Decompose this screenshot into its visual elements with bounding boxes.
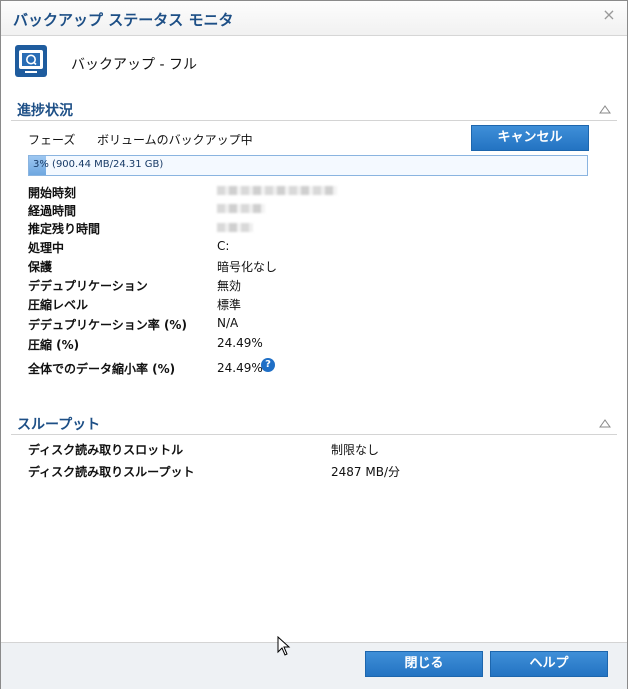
dedup-rate-value: N/A [217,316,239,330]
start-time-label: 開始時刻 [28,186,77,200]
processing-value: C: [217,239,230,253]
disk-read-throughput-label: ディスク読み取りスループット [28,465,195,479]
remaining-time-value-redacted [217,223,253,232]
progress-section-header[interactable]: 進捗状況 [11,98,617,121]
total-reduction-value: 24.49% [217,361,263,375]
dialog-footer: 閉じる ヘルプ [1,642,627,689]
disk-read-throughput-value: 2487 MB/分 [331,465,400,479]
processing-label: 処理中 [28,241,65,255]
mouse-cursor-icon [277,636,291,656]
throughput-section-header[interactable]: スループット [11,412,617,435]
dedup-rate-label: デデュプリケーション率 (%) [28,318,187,332]
collapse-up-icon[interactable] [599,104,611,114]
compression-level-value: 標準 [217,298,242,312]
phase-value: ボリュームのバックアップ中 [97,133,253,147]
close-button[interactable]: 閉じる [365,651,483,677]
progress-section-title: 進捗状況 [17,103,73,119]
help-question-icon[interactable]: ? [261,358,275,372]
elapsed-time-label: 経過時間 [28,204,77,218]
protection-label: 保護 [28,260,53,274]
job-type-label: バックアップ - フル [71,57,197,73]
start-time-value-redacted [217,186,337,195]
elapsed-time-value-redacted [217,204,265,213]
progress-text: 3% (900.44 MB/24.31 GB) [33,159,164,170]
window-title: バックアップ ステータス モニタ [13,11,234,29]
close-icon[interactable]: × [601,7,617,23]
phase-label: フェーズ [28,133,76,147]
remaining-time-label: 推定残り時間 [28,222,101,236]
cancel-button[interactable]: キャンセル [471,125,589,151]
deduplication-label: デデュプリケーション [28,279,148,293]
title-bar[interactable]: バックアップ ステータス モニタ × [1,1,627,36]
protection-value: 暗号化なし [217,260,278,274]
disk-read-throttle-value: 制限なし [331,443,380,457]
deduplication-value: 無効 [217,279,242,293]
collapse-up-icon[interactable] [599,418,611,428]
backup-monitor-icon [15,45,47,77]
help-button[interactable]: ヘルプ [490,651,608,677]
backup-progress-bar: 3% (900.44 MB/24.31 GB) [28,155,588,176]
backup-status-dialog: バックアップ ステータス モニタ × バックアップ - フル 進捗状況 フェーズ… [0,0,628,689]
compression-level-label: 圧縮レベル [28,298,89,312]
throughput-section-title: スループット [17,417,101,433]
compression-rate-label: 圧縮 (%) [28,338,80,352]
compression-rate-value: 24.49% [217,336,263,350]
total-reduction-label: 全体でのデータ縮小率 (%) [28,362,176,376]
disk-read-throttle-label: ディスク読み取りスロットル [28,443,184,457]
